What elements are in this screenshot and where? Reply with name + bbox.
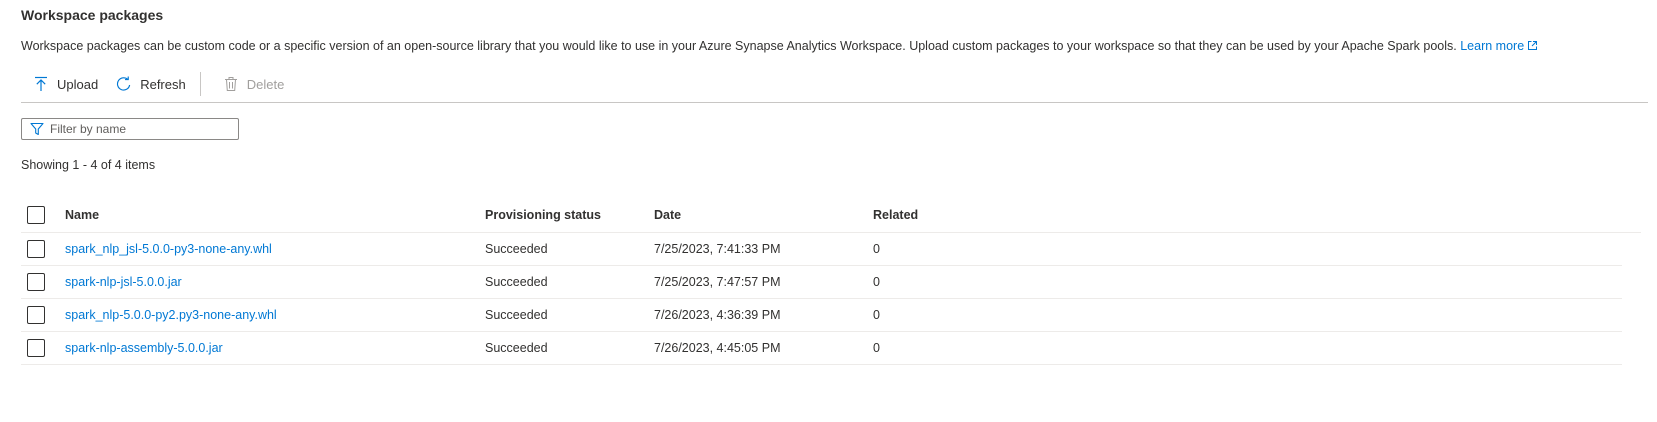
package-date: 7/25/2023, 7:47:57 PM [654,275,781,289]
section-description: Workspace packages can be custom code or… [21,39,1538,54]
related-count: 0 [873,308,880,322]
upload-button[interactable]: Upload [21,71,104,97]
column-header-date[interactable]: Date [654,208,873,222]
delete-label: Delete [246,76,285,92]
related-count: 0 [873,275,880,289]
filter-icon [30,122,44,136]
column-header-name[interactable]: Name [65,208,485,222]
select-all-cell [21,205,65,224]
toolbar-separator [199,72,201,96]
related-count: 0 [873,242,880,256]
column-header-related[interactable]: Related [873,208,1073,222]
table-row: spark-nlp-jsl-5.0.0.jar Succeeded 7/25/2… [21,266,1622,299]
command-bar: Upload Refresh Delete [21,71,1648,97]
package-date: 7/25/2023, 7:41:33 PM [654,242,781,256]
row-check-cell [21,339,65,357]
table-row: spark_nlp-5.0.0-py2.py3-none-any.whl Suc… [21,299,1622,332]
column-header-status[interactable]: Provisioning status [485,208,654,222]
package-date: 7/26/2023, 4:45:05 PM [654,341,781,355]
filter-box[interactable] [21,118,239,140]
row-checkbox[interactable] [27,306,45,324]
learn-more-label: Learn more [1460,39,1525,53]
refresh-icon [116,76,132,92]
provisioning-status: Succeeded [485,242,548,256]
provisioning-status: Succeeded [485,275,548,289]
section-title: Workspace packages [21,7,164,23]
upload-icon [33,76,49,92]
package-name-link[interactable]: spark-nlp-jsl-5.0.0.jar [65,275,182,289]
row-check-cell [21,306,65,324]
package-date: 7/26/2023, 4:36:39 PM [654,308,781,322]
delete-button[interactable]: Delete [211,71,291,97]
row-check-cell [21,240,65,258]
table-row: spark_nlp_jsl-5.0.0-py3-none-any.whl Suc… [21,233,1622,266]
item-count: Showing 1 - 4 of 4 items [21,158,156,172]
delete-icon [223,76,239,92]
package-name-link[interactable]: spark_nlp-5.0.0-py2.py3-none-any.whl [65,308,277,322]
table-row: spark-nlp-assembly-5.0.0.jar Succeeded 7… [21,332,1622,365]
toolbar-divider [21,102,1648,103]
table-header-row: Name Provisioning status Date Related [21,197,1641,233]
learn-more-link[interactable]: Learn more [1460,39,1538,53]
description-text: Workspace packages can be custom code or… [21,39,1457,53]
provisioning-status: Succeeded [485,341,548,355]
packages-table: Name Provisioning status Date Related sp… [21,197,1641,365]
related-count: 0 [873,341,880,355]
refresh-button[interactable]: Refresh [104,71,192,97]
provisioning-status: Succeeded [485,308,548,322]
refresh-label: Refresh [140,76,186,92]
row-checkbox[interactable] [27,273,45,291]
row-checkbox[interactable] [27,240,45,258]
package-name-link[interactable]: spark-nlp-assembly-5.0.0.jar [65,341,223,355]
row-checkbox[interactable] [27,339,45,357]
upload-label: Upload [57,76,99,92]
row-check-cell [21,273,65,291]
package-name-link[interactable]: spark_nlp_jsl-5.0.0-py3-none-any.whl [65,242,272,256]
table-body: spark_nlp_jsl-5.0.0-py3-none-any.whl Suc… [21,233,1641,365]
external-link-icon [1527,40,1538,54]
filter-input[interactable] [50,122,230,136]
select-all-checkbox[interactable] [27,205,45,224]
